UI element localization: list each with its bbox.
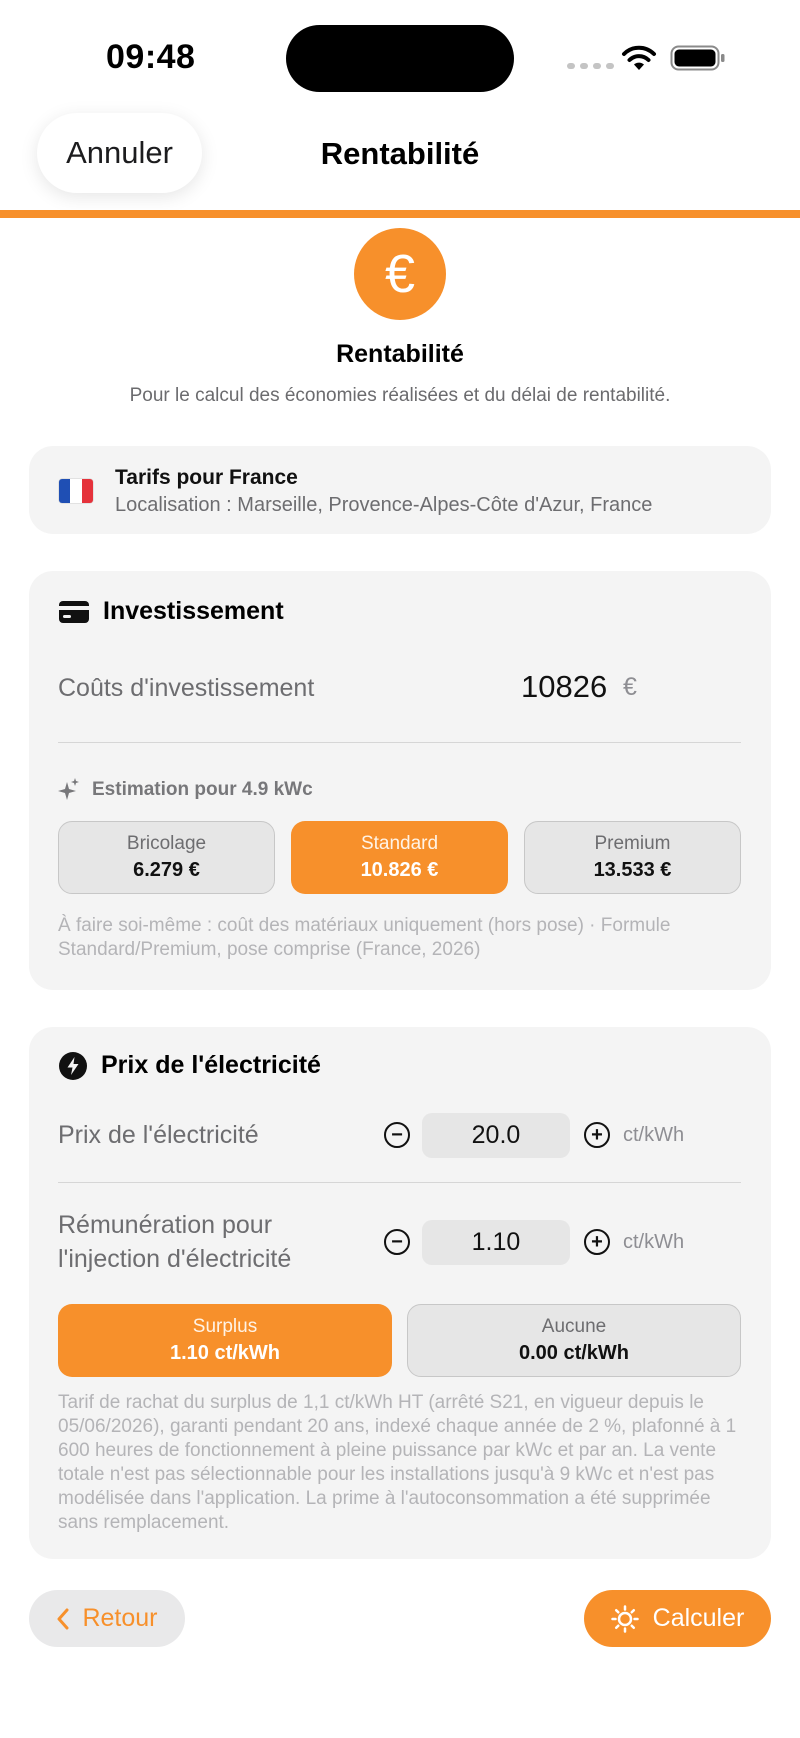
- feedin-unit: ct/kWh: [623, 1231, 685, 1253]
- option-premium[interactable]: Premium 13.533 €: [524, 821, 741, 894]
- feedin-input[interactable]: 1.10: [422, 1220, 570, 1265]
- status-time: 09:48: [106, 38, 196, 76]
- wifi-icon: [622, 45, 656, 70]
- divider: [58, 1182, 741, 1183]
- country-location: Localisation : Marseille, Provence-Alpes…: [115, 494, 653, 516]
- option-price: 1.10 ct/kWh: [169, 1342, 281, 1364]
- price-decrement-button[interactable]: −: [384, 1122, 410, 1148]
- option-name: Aucune: [541, 1316, 607, 1337]
- option-name: Surplus: [192, 1316, 258, 1337]
- feedin-increment-button[interactable]: +: [584, 1229, 610, 1255]
- investment-cost-label: Coûts d'investissement: [58, 674, 315, 702]
- euro-icon: €: [354, 228, 446, 320]
- investment-note: À faire soi-même : coût des matériaux un…: [58, 915, 671, 960]
- progress-line: [0, 210, 800, 218]
- option-name: Standard: [360, 833, 439, 854]
- option-name: Premium: [594, 833, 671, 854]
- option-price: 0.00 ct/kWh: [518, 1342, 630, 1364]
- chevron-left-icon: [57, 1608, 69, 1629]
- option-aucune[interactable]: Aucune 0.00 ct/kWh: [407, 1304, 741, 1377]
- option-price: 13.533 €: [593, 859, 672, 881]
- country-title: Tarifs pour France: [115, 466, 298, 489]
- country-card: Tarifs pour France Localisation : Marsei…: [29, 446, 771, 534]
- option-price: 10.826 €: [360, 859, 439, 881]
- investment-card: Investissement Coûts d'investissement 10…: [29, 571, 771, 990]
- option-surplus[interactable]: Surplus 1.10 ct/kWh: [58, 1304, 392, 1377]
- estimation-label: Estimation pour 4.9 kWc: [92, 779, 313, 800]
- calculate-label: Calculer: [652, 1604, 745, 1632]
- electricity-heading: Prix de l'électricité: [101, 1051, 321, 1079]
- feedin-label: Rémunération pour l'injection d'électric…: [58, 1211, 292, 1273]
- price-increment-button[interactable]: +: [584, 1122, 610, 1148]
- option-name: Bricolage: [126, 833, 207, 854]
- option-standard[interactable]: Standard 10.826 €: [291, 821, 508, 894]
- electricity-card: Prix de l'électricité Prix de l'électric…: [29, 1027, 771, 1559]
- back-button[interactable]: Retour: [29, 1590, 185, 1647]
- electricity-price-label: Prix de l'électricité: [58, 1121, 259, 1149]
- cellular-signal-icon: [567, 63, 614, 69]
- divider: [58, 742, 741, 743]
- option-price: 6.279 €: [133, 859, 200, 881]
- sun-icon: [610, 1604, 639, 1633]
- status-bar: 09:48: [0, 0, 800, 110]
- france-flag-icon: [59, 479, 93, 503]
- investment-header: Investissement: [59, 597, 284, 626]
- nav-title: Rentabilité: [320, 136, 480, 171]
- electricity-note: Tarif de rachat du surplus de 1,1 ct/kWh…: [58, 1392, 737, 1533]
- price-unit: ct/kWh: [623, 1124, 685, 1146]
- investment-cost-input[interactable]: 10826: [521, 669, 607, 705]
- estimation-row: Estimation pour 4.9 kWc: [58, 778, 313, 802]
- dynamic-island: [286, 25, 514, 92]
- investment-heading: Investissement: [103, 597, 284, 625]
- bolt-icon: [59, 1051, 87, 1080]
- navigation-bar: Annuler Rentabilité: [0, 110, 800, 210]
- electricity-price-input[interactable]: 20.0: [422, 1113, 570, 1158]
- battery-icon: [670, 45, 725, 71]
- option-bricolage[interactable]: Bricolage 6.279 €: [58, 821, 275, 894]
- back-label: Retour: [82, 1604, 158, 1632]
- credit-card-icon: [59, 600, 89, 623]
- sparkles-icon: [58, 778, 79, 800]
- feedin-decrement-button[interactable]: −: [384, 1229, 410, 1255]
- calculate-button[interactable]: Calculer: [584, 1590, 771, 1647]
- electricity-header: Prix de l'électricité: [59, 1051, 321, 1080]
- investment-cost-unit: €: [623, 673, 637, 701]
- page-subtitle: Pour le calcul des économies réalisées e…: [129, 385, 671, 406]
- page-title: Rentabilité: [336, 340, 464, 368]
